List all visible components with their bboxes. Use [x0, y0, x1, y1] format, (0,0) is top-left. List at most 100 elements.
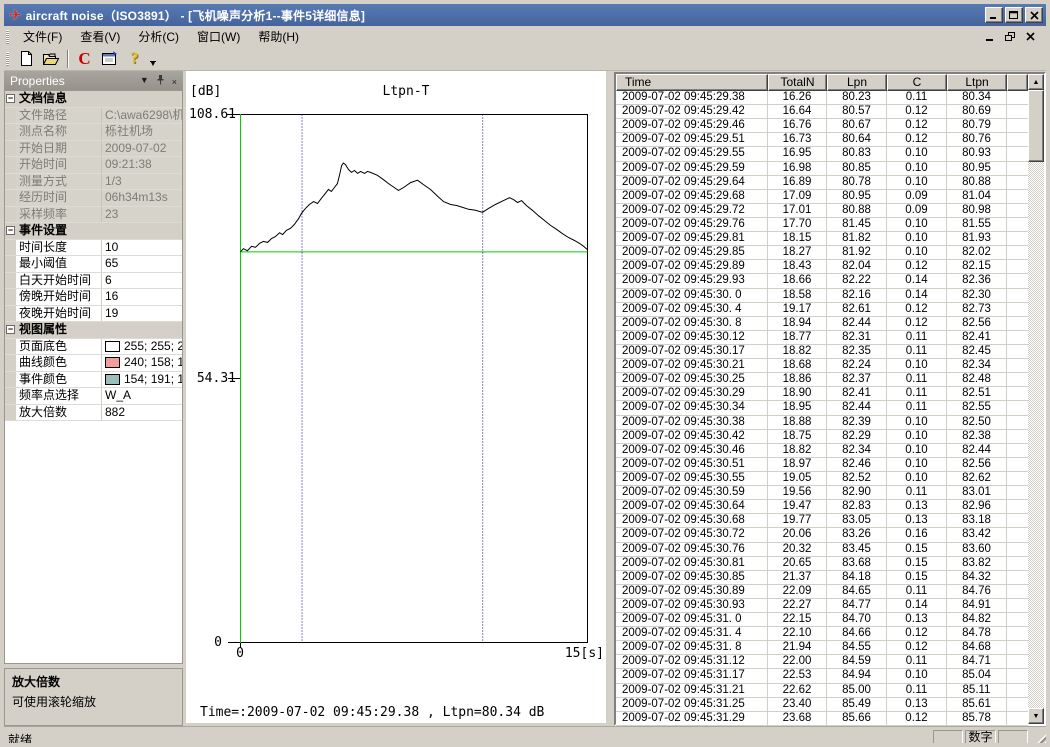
scroll-down-button[interactable]: ▼ — [1028, 708, 1044, 724]
property-row[interactable]: − 页面底色 255; 255; 25 — [5, 339, 182, 356]
table-row[interactable]: 2009-07-02 09:45:31. 4 22.10 84.66 0.12 … — [616, 627, 1028, 641]
property-row[interactable]: − 文件路径 C:\awa6298\机场 — [5, 108, 182, 125]
open-folder-button[interactable] — [40, 48, 63, 70]
property-row[interactable]: − 经历时间 06h34m13s — [5, 190, 182, 207]
property-row[interactable]: − 开始日期 2009-07-02 — [5, 141, 182, 158]
table-row[interactable]: 2009-07-02 09:45:31. 8 21.94 84.55 0.12 … — [616, 641, 1028, 655]
table-row[interactable]: 2009-07-02 09:45:29.93 18.66 82.22 0.14 … — [616, 274, 1028, 288]
table-row[interactable]: 2009-07-02 09:45:30.34 18.95 82.44 0.11 … — [616, 401, 1028, 415]
table-row[interactable]: 2009-07-02 09:45:29.55 16.95 80.83 0.10 … — [616, 147, 1028, 161]
property-row[interactable]: − 视图属性 — [5, 322, 182, 339]
table-row[interactable]: 2009-07-02 09:45:29.76 17.70 81.45 0.10 … — [616, 218, 1028, 232]
column-header[interactable]: C — [887, 74, 947, 91]
table-row[interactable]: 2009-07-02 09:45:30.17 18.82 82.35 0.11 … — [616, 345, 1028, 359]
properties-button[interactable] — [98, 48, 121, 70]
table-row[interactable]: 2009-07-02 09:45:29.38 16.26 80.23 0.11 … — [616, 91, 1028, 105]
table-row[interactable]: 2009-07-02 09:45:30.64 19.47 82.83 0.13 … — [616, 500, 1028, 514]
column-header[interactable]: Lpn — [827, 74, 887, 91]
table-row[interactable]: 2009-07-02 09:45:29.59 16.98 80.85 0.10 … — [616, 162, 1028, 176]
table-row[interactable]: 2009-07-02 09:45:30.59 19.56 82.90 0.11 … — [616, 486, 1028, 500]
analysis-c-button[interactable]: C — [73, 48, 96, 70]
close-button[interactable] — [1025, 7, 1043, 23]
property-row[interactable]: − 时间长度 10 — [5, 240, 182, 257]
table-row[interactable]: 2009-07-02 09:45:30.72 20.06 83.26 0.16 … — [616, 528, 1028, 542]
property-row[interactable]: − 采样频率 23 — [5, 207, 182, 224]
table-row[interactable]: 2009-07-02 09:45:30.38 18.88 82.39 0.10 … — [616, 416, 1028, 430]
properties-header[interactable]: Properties ▼ × — [4, 71, 183, 90]
table-row[interactable]: 2009-07-02 09:45:31.29 23.68 85.66 0.12 … — [616, 712, 1028, 726]
mdi-close-button[interactable] — [1026, 32, 1036, 42]
table-row[interactable]: 2009-07-02 09:45:30.51 18.97 82.46 0.10 … — [616, 458, 1028, 472]
mdi-minimize-button[interactable] — [985, 32, 995, 42]
menu-item[interactable]: 分析(C) — [129, 26, 188, 47]
property-row[interactable]: − 事件颜色 154; 191; 18 — [5, 372, 182, 389]
column-header[interactable]: Ltpn — [947, 74, 1007, 91]
new-document-button[interactable] — [15, 48, 38, 70]
column-header[interactable]: TotalN — [768, 74, 827, 91]
chart-panel[interactable]: [dB] Ltpn-T 108.61 54.31 0 0 15[s] Time=… — [186, 71, 606, 723]
table-row[interactable]: 2009-07-02 09:45:30.29 18.90 82.41 0.11 … — [616, 387, 1028, 401]
property-row[interactable]: − 曲线颜色 240; 158; 15 — [5, 355, 182, 372]
table-row[interactable]: 2009-07-02 09:45:31.12 22.00 84.59 0.11 … — [616, 655, 1028, 669]
table-row[interactable]: 2009-07-02 09:45:30. 0 18.58 82.16 0.14 … — [616, 289, 1028, 303]
scroll-up-button[interactable]: ▲ — [1028, 74, 1044, 90]
table-row[interactable]: 2009-07-02 09:45:30.93 22.27 84.77 0.14 … — [616, 599, 1028, 613]
table-row[interactable]: 2009-07-02 09:45:30.81 20.65 83.68 0.15 … — [616, 557, 1028, 571]
table-row[interactable]: 2009-07-02 09:45:30.55 19.05 82.52 0.10 … — [616, 472, 1028, 486]
property-row[interactable]: − 文档信息 — [5, 91, 182, 108]
table-row[interactable]: 2009-07-02 09:45:30.46 18.82 82.34 0.10 … — [616, 444, 1028, 458]
table-row[interactable]: 2009-07-02 09:45:31.17 22.53 84.94 0.10 … — [616, 669, 1028, 683]
property-row[interactable]: − 放大倍数 882 — [5, 405, 182, 422]
toolbar-drag-handle[interactable] — [6, 52, 9, 66]
table-row[interactable]: 2009-07-02 09:45:29.68 17.09 80.95 0.09 … — [616, 190, 1028, 204]
maximize-button[interactable] — [1005, 7, 1023, 23]
column-header[interactable]: Time — [616, 74, 768, 91]
table-row[interactable]: 2009-07-02 09:45:31.25 23.40 85.49 0.13 … — [616, 698, 1028, 712]
table-row[interactable]: 2009-07-02 09:45:30.12 18.77 82.31 0.11 … — [616, 331, 1028, 345]
property-row[interactable]: − 频率点选择 W_A — [5, 388, 182, 405]
table-row[interactable]: 2009-07-02 09:45:29.46 16.76 80.67 0.12 … — [616, 119, 1028, 133]
column-header[interactable] — [1007, 74, 1028, 91]
table-row[interactable]: 2009-07-02 09:45:30.68 19.77 83.05 0.13 … — [616, 514, 1028, 528]
menu-item[interactable]: 文件(F) — [14, 26, 71, 47]
table-row[interactable]: 2009-07-02 09:45:30.42 18.75 82.29 0.10 … — [616, 430, 1028, 444]
table-row[interactable]: 2009-07-02 09:45:30.76 20.32 83.45 0.15 … — [616, 543, 1028, 557]
menu-item[interactable]: 查看(V) — [71, 26, 129, 47]
property-row[interactable]: − 测点名称 栎社机场 — [5, 124, 182, 141]
properties-dropdown-button[interactable]: ▼ — [140, 76, 149, 85]
table-row[interactable]: 2009-07-02 09:45:31. 0 22.15 84.70 0.13 … — [616, 613, 1028, 627]
property-row[interactable]: − 傍晚开始时间 16 — [5, 289, 182, 306]
mdi-restore-button[interactable] — [1005, 32, 1016, 42]
property-row[interactable]: − 最小阈值 65 — [5, 256, 182, 273]
help-button[interactable]: ? — [123, 48, 146, 70]
table-row[interactable]: 2009-07-02 09:45:30.89 22.09 84.65 0.11 … — [616, 585, 1028, 599]
table-row[interactable]: 2009-07-02 09:45:30.85 21.37 84.18 0.15 … — [616, 571, 1028, 585]
table-row[interactable]: 2009-07-02 09:45:29.64 16.89 80.78 0.10 … — [616, 176, 1028, 190]
title-bar[interactable]: ✈ aircraft noise（ISO3891） - [飞机噪声分析1--事件… — [4, 4, 1046, 26]
menu-drag-handle[interactable] — [6, 30, 9, 44]
properties-pin-button[interactable] — [156, 74, 165, 87]
menu-item[interactable]: 帮助(H) — [249, 26, 308, 47]
property-row[interactable]: − 测量方式 1/3 — [5, 174, 182, 191]
table-row[interactable]: 2009-07-02 09:45:29.81 18.15 81.82 0.10 … — [616, 232, 1028, 246]
property-row[interactable]: − 白天开始时间 6 — [5, 273, 182, 290]
property-row[interactable]: − 开始时间 09:21:38 — [5, 157, 182, 174]
property-row[interactable]: − 事件设置 — [5, 223, 182, 240]
properties-close-button[interactable]: × — [172, 75, 177, 87]
table-row[interactable]: 2009-07-02 09:45:31.21 22.62 85.00 0.11 … — [616, 684, 1028, 698]
table-row[interactable]: 2009-07-02 09:45:29.89 18.43 82.04 0.12 … — [616, 260, 1028, 274]
table-row[interactable]: 2009-07-02 09:45:30.21 18.68 82.24 0.10 … — [616, 359, 1028, 373]
menu-item[interactable]: 窗口(W) — [188, 26, 249, 47]
right-splitter[interactable] — [606, 71, 614, 726]
minimize-button[interactable] — [985, 7, 1003, 23]
vertical-scrollbar[interactable]: ▲ ▼ — [1028, 74, 1044, 724]
table-row[interactable]: 2009-07-02 09:45:29.72 17.01 80.88 0.09 … — [616, 204, 1028, 218]
table-row[interactable]: 2009-07-02 09:45:29.42 16.64 80.57 0.12 … — [616, 105, 1028, 119]
toolbar-overflow-button[interactable]: ▼ — [147, 48, 159, 70]
scrollbar-thumb[interactable] — [1028, 90, 1044, 162]
table-row[interactable]: 2009-07-02 09:45:29.51 16.73 80.64 0.12 … — [616, 133, 1028, 147]
table-row[interactable]: 2009-07-02 09:45:29.85 18.27 81.92 0.10 … — [616, 246, 1028, 260]
table-row[interactable]: 2009-07-02 09:45:30. 8 18.94 82.44 0.12 … — [616, 317, 1028, 331]
property-row[interactable]: − 夜晚开始时间 19 — [5, 306, 182, 323]
table-row[interactable]: 2009-07-02 09:45:30. 4 19.17 82.61 0.12 … — [616, 303, 1028, 317]
